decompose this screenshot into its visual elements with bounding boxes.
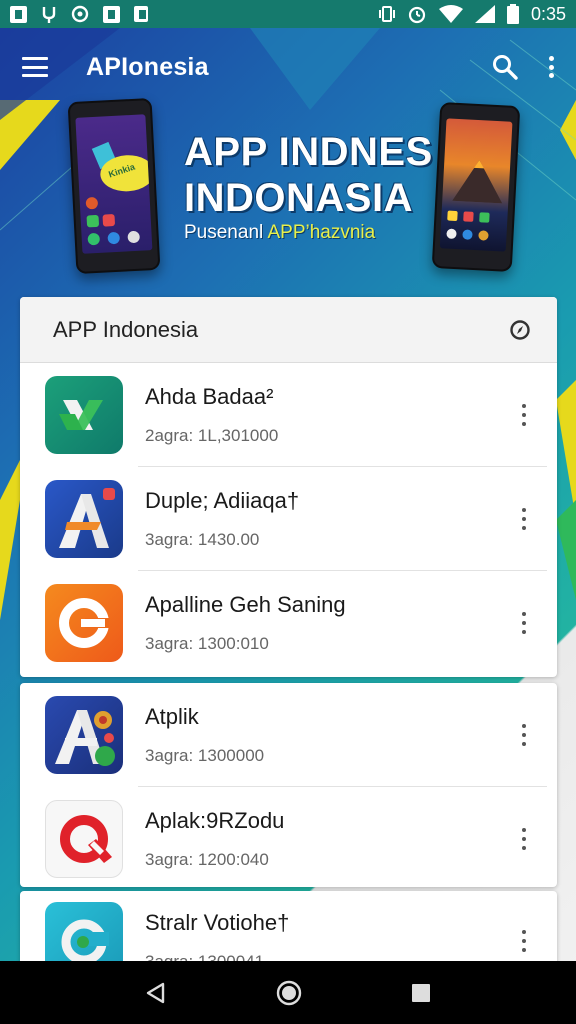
item-more-icon[interactable] <box>519 508 529 530</box>
app-name: Ahda Badaa² <box>145 384 274 409</box>
item-more-icon[interactable] <box>519 828 529 850</box>
banner-subtitle-accent: APP’hazvnia <box>267 222 376 243</box>
green-x-app-icon <box>45 376 123 454</box>
blue-a-gear-app-icon <box>45 696 123 774</box>
app-title: APIonesia <box>86 52 209 81</box>
banner-subtitle-plain: Pusenanl <box>184 222 268 243</box>
red-q-app-icon <box>45 800 123 878</box>
app-meta: 3agra: 1200:040 <box>145 850 269 869</box>
list-item[interactable]: Aplak:9RZodu 3agra: 1200:040 <box>20 787 557 887</box>
blue-a-app-icon <box>45 480 123 558</box>
orange-c-app-icon <box>45 584 123 662</box>
search-icon[interactable] <box>492 54 518 80</box>
app-notification-icon <box>103 5 120 23</box>
vibrate-icon <box>378 6 395 22</box>
status-bar: 0:35 <box>0 0 576 28</box>
battery-icon <box>506 4 519 24</box>
alarm-icon <box>408 6 426 24</box>
section-header: APP Indonesia <box>20 297 557 363</box>
promo-banner[interactable]: Kinkia APP INDNES A INDONASIA Pusenanl A… <box>0 97 576 300</box>
list-item[interactable]: Duple; Adiiaqa† 3agra: 1430.00 <box>20 467 557 571</box>
navigation-bar <box>0 961 576 1024</box>
item-more-icon[interactable] <box>519 930 529 952</box>
list-item[interactable]: Atplik 3agra: 1300000 <box>20 683 557 787</box>
list-item[interactable]: Apalline Geh Saning 3agra: 1300:010 <box>20 571 557 675</box>
overflow-menu-icon[interactable] <box>548 56 554 78</box>
app-bar: APIonesia <box>0 28 576 106</box>
home-icon[interactable] <box>276 980 302 1006</box>
app-name: Apalline Geh Saning <box>145 592 346 617</box>
compass-icon[interactable] <box>509 319 531 341</box>
banner-subtitle: Pusenanl APP’hazvnia <box>184 222 375 244</box>
download-icon <box>134 6 148 22</box>
app-meta: 3agra: 1430.00 <box>145 530 260 549</box>
item-more-icon[interactable] <box>519 724 529 746</box>
app-meta: 2agra: 1L,301000 <box>145 426 279 445</box>
item-more-icon[interactable] <box>519 404 529 426</box>
banner-headline-2: INDONASIA <box>184 176 413 220</box>
app-name: Duple; Adiiaqa† <box>145 488 300 513</box>
app-meta: 3agra: 1300000 <box>145 746 265 765</box>
app-name: Stralr Votiohe† <box>145 910 290 935</box>
clock: 0:35 <box>530 3 566 24</box>
back-icon[interactable] <box>144 981 168 1005</box>
sync-icon <box>71 5 89 23</box>
wifi-icon <box>438 5 463 23</box>
section-title: APP Indonesia <box>53 316 199 342</box>
app-name: Aplak:9RZodu <box>145 808 285 833</box>
app-meta: 3agra: 1300:010 <box>145 634 269 653</box>
phone-left-image: Kinkia <box>67 97 161 275</box>
banner-headline-1: APP INDNES A <box>184 130 473 174</box>
notification-icon <box>10 5 27 23</box>
recents-icon[interactable] <box>410 982 432 1004</box>
phone-right-image <box>431 102 521 272</box>
list-item[interactable]: Ahda Badaa² 2agra: 1L,301000 <box>20 363 557 467</box>
menu-icon[interactable] <box>22 57 48 77</box>
app-list-card: APP Indonesia Ahda Badaa² 2agra: 1L,3010… <box>20 297 557 677</box>
app-list-card-2: Atplik 3agra: 1300000 Aplak:9RZodu 3agra… <box>20 683 557 887</box>
signal-icon <box>474 5 495 23</box>
item-more-icon[interactable] <box>519 612 529 634</box>
usb-icon <box>42 7 56 23</box>
app-name: Atplik <box>145 704 199 729</box>
volcano-wallpaper-image <box>452 160 503 204</box>
